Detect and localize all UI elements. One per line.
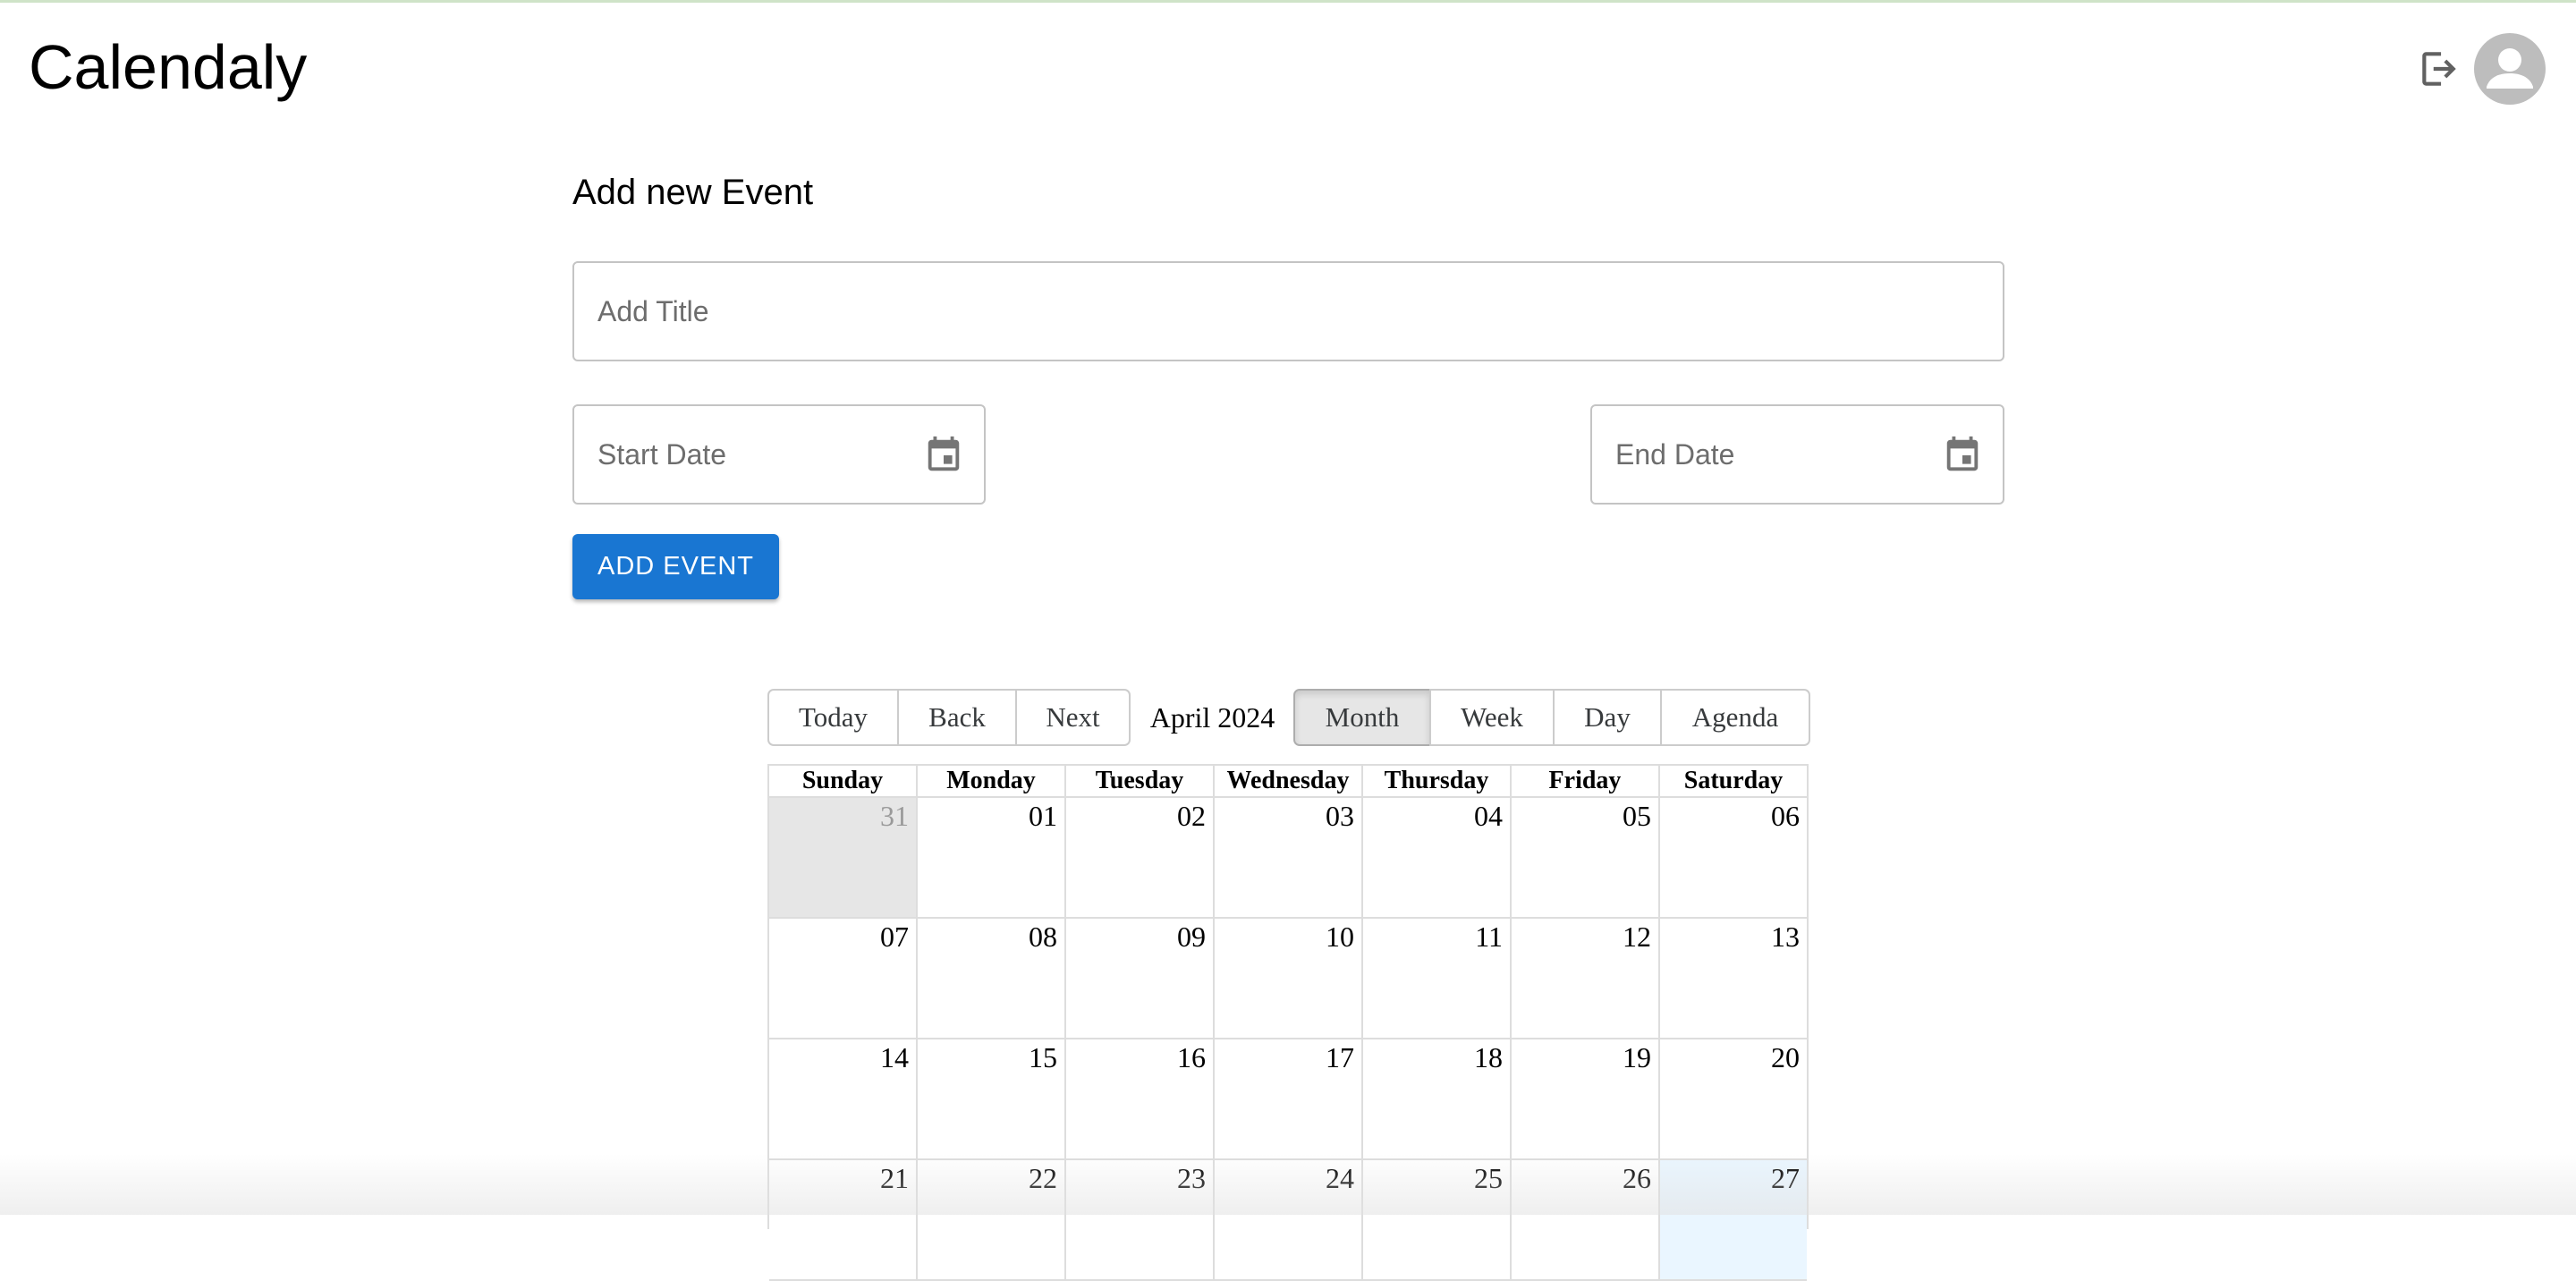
day-cell[interactable]: 01 [916,798,1064,917]
weekday-header-cell: Friday [1510,766,1658,798]
day-cell-today[interactable]: 27 [1658,1160,1807,1279]
title-field[interactable] [572,261,2004,361]
day-number[interactable]: 16 [1177,1041,1206,1073]
view-week-button[interactable]: Week [1429,689,1555,746]
day-cell[interactable]: 14 [769,1039,916,1158]
day-cell[interactable]: 03 [1213,798,1361,917]
calendar-icon[interactable] [923,435,964,476]
day-number[interactable]: 27 [1771,1162,1800,1194]
view-day-button[interactable]: Day [1553,689,1662,746]
day-cell[interactable]: 09 [1064,919,1213,1038]
end-date-input[interactable] [1615,406,1919,503]
day-cell[interactable]: 04 [1361,798,1510,917]
weekday-header-cell: Tuesday [1064,766,1213,798]
calendar-icon[interactable] [1942,435,1983,476]
app-title: Calendaly [29,32,308,102]
top-border [0,0,2576,3]
day-cell[interactable]: 19 [1510,1039,1658,1158]
day-cell[interactable]: 11 [1361,919,1510,1038]
day-number[interactable]: 23 [1177,1162,1206,1194]
calendar-nav-group: Today Back Next [767,689,1131,746]
day-cell[interactable]: 17 [1213,1039,1361,1158]
day-number[interactable]: 04 [1474,800,1503,832]
week-row: 07 08 09 10 11 12 13 [769,919,1807,1039]
view-month-button[interactable]: Month [1293,689,1431,746]
weekday-header-cell: Thursday [1361,766,1510,798]
day-cell[interactable]: 13 [1658,919,1807,1038]
logout-icon[interactable] [2417,47,2462,91]
weekday-header-cell: Saturday [1658,766,1807,798]
day-cell[interactable]: 10 [1213,919,1361,1038]
day-cell[interactable]: 23 [1064,1160,1213,1279]
day-cell[interactable]: 20 [1658,1039,1807,1158]
day-number[interactable]: 06 [1771,800,1800,832]
account-circle-icon[interactable] [2474,33,2546,105]
day-number[interactable]: 26 [1623,1162,1651,1194]
today-button[interactable]: Today [767,689,899,746]
weekday-header: Sunday Monday Tuesday Wednesday Thursday… [769,766,1807,798]
day-cell[interactable]: 31 [769,798,916,917]
day-number[interactable]: 22 [1029,1162,1057,1194]
day-number[interactable]: 13 [1771,920,1800,953]
week-row: 31 01 02 03 04 05 06 [769,798,1807,919]
day-cell[interactable]: 15 [916,1039,1064,1158]
title-input[interactable] [597,263,1975,360]
day-number[interactable]: 12 [1623,920,1651,953]
day-number[interactable]: 03 [1326,800,1354,832]
day-number[interactable]: 21 [880,1162,909,1194]
day-cell[interactable]: 05 [1510,798,1658,917]
day-cell[interactable]: 26 [1510,1160,1658,1279]
day-number[interactable]: 07 [880,920,909,953]
day-cell[interactable]: 24 [1213,1160,1361,1279]
add-event-button[interactable]: ADD EVENT [572,534,779,599]
day-number[interactable]: 18 [1474,1041,1503,1073]
day-number[interactable]: 01 [1029,800,1057,832]
day-number[interactable]: 14 [880,1041,909,1073]
start-date-input[interactable] [597,406,902,503]
day-cell[interactable]: 25 [1361,1160,1510,1279]
form-heading: Add new Event [572,173,814,212]
day-cell[interactable]: 07 [769,919,916,1038]
day-number[interactable]: 20 [1771,1041,1800,1073]
calendar-view-group: Month Week Day Agenda [1293,689,1810,746]
day-cell[interactable]: 12 [1510,919,1658,1038]
view-agenda-button[interactable]: Agenda [1660,689,1810,746]
next-button[interactable]: Next [1015,689,1131,746]
weekday-header-cell: Sunday [769,766,916,798]
day-cell[interactable]: 02 [1064,798,1213,917]
month-view: Sunday Monday Tuesday Wednesday Thursday… [767,764,1809,1281]
weekday-header-cell: Monday [916,766,1064,798]
day-number[interactable]: 05 [1623,800,1651,832]
day-cell[interactable]: 22 [916,1160,1064,1279]
day-cell[interactable]: 18 [1361,1039,1510,1158]
day-number[interactable]: 10 [1326,920,1354,953]
start-date-field[interactable] [572,404,986,505]
day-number[interactable]: 25 [1474,1162,1503,1194]
day-cell[interactable]: 16 [1064,1039,1213,1158]
day-number[interactable]: 15 [1029,1041,1057,1073]
day-number[interactable]: 24 [1326,1162,1354,1194]
week-row: 21 22 23 24 25 26 27 [769,1160,1807,1281]
day-number[interactable]: 19 [1623,1041,1651,1073]
day-number[interactable]: 02 [1177,800,1206,832]
day-cell[interactable]: 08 [916,919,1064,1038]
day-number[interactable]: 09 [1177,920,1206,953]
end-date-field[interactable] [1590,404,2004,505]
day-number[interactable]: 08 [1029,920,1057,953]
day-number[interactable]: 11 [1475,920,1503,953]
day-cell[interactable]: 06 [1658,798,1807,917]
back-button[interactable]: Back [897,689,1017,746]
day-cell[interactable]: 21 [769,1160,916,1279]
day-number[interactable]: 17 [1326,1041,1354,1073]
week-row: 14 15 16 17 18 19 20 [769,1039,1807,1160]
weekday-header-cell: Wednesday [1213,766,1361,798]
calendar-month-label: April 2024 [1149,701,1275,734]
day-number[interactable]: 31 [880,800,909,832]
